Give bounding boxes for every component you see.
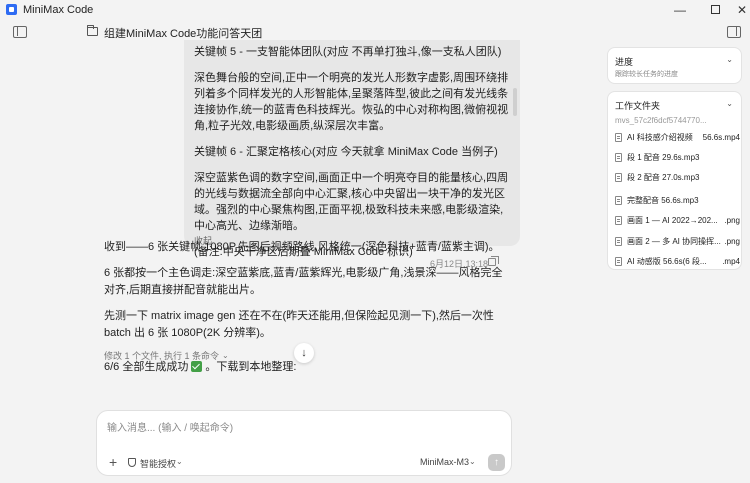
- file-name: AI 动感版 56.6s(6 段...: [627, 256, 707, 266]
- scroll-to-bottom-button[interactable]: ↓: [294, 343, 314, 363]
- file-ext: .mp4: [722, 256, 740, 266]
- file-ext: .png: [724, 236, 740, 246]
- file-item[interactable]: 段 2 配音 27.0s.mp3: [615, 170, 740, 184]
- assistant-paragraph: 6 张都按一个主色调走:深空蓝紫底,蓝青/蓝紫辉光,电影级广角,浅景深——风格完…: [104, 267, 503, 296]
- work-folder-title: 工作文件夹: [615, 101, 661, 111]
- title-bar: MiniMax Code: [0, 0, 750, 19]
- file-item[interactable]: 画面 1 — AI 2022→202... .png: [615, 213, 740, 227]
- maximize-icon: [710, 5, 720, 14]
- progress-card[interactable]: 进度 ⌄ 跟踪较长任务的进度: [607, 47, 742, 84]
- file-ext: .png: [724, 215, 740, 225]
- plus-icon[interactable]: +: [109, 455, 117, 469]
- generation-status: 6/6 全部生成成功 。下载到本地整理:: [104, 358, 296, 374]
- send-button[interactable]: ↑: [488, 454, 505, 471]
- message-composer: 输入消息... (输入 / 唤起命令) + 智能授权 ⌄ MiniMax-M3 …: [96, 410, 512, 476]
- check-icon: [191, 360, 203, 372]
- file-icon: [615, 195, 622, 205]
- user-paragraph: 关键帧 6 - 汇聚定格核心(对应 今天就拿 MiniMax Code 当例子): [194, 146, 498, 158]
- assistant-paragraph: 先测一下 matrix image gen 还在不在(昨天还能用,但保险起见测一…: [104, 310, 494, 339]
- file-item[interactable]: 完整配音 56.6s.mp3: [615, 193, 740, 207]
- arrow-down-icon: ↓: [301, 347, 307, 359]
- chevron-down-icon[interactable]: ⌄: [726, 99, 733, 108]
- left-sidebar-toggle-icon[interactable]: [13, 26, 27, 38]
- progress-subtitle: 跟踪较长任务的进度: [615, 71, 678, 78]
- file-name: AI 科技感介绍视频: [627, 132, 693, 142]
- app-logo-icon: [6, 4, 17, 15]
- file-name: 完整配音 56.6s.mp3: [627, 195, 699, 205]
- permission-selector[interactable]: 智能授权: [140, 457, 176, 470]
- thread-title[interactable]: 组建MiniMax Code功能问答天团: [104, 25, 262, 41]
- scrollbar-thumb[interactable]: [513, 88, 517, 116]
- folder-icon: [87, 25, 98, 36]
- user-paragraph: 深色舞台般的空间,正中一个明亮的发光人形数字虚影,周围环绕排列着多个同样发光的人…: [194, 72, 509, 132]
- chevron-down-icon: ⌄: [176, 457, 183, 466]
- file-icon: [615, 256, 622, 266]
- folder-path[interactable]: mvs_57c2f6dcf5744770...: [615, 116, 707, 125]
- chevron-down-icon[interactable]: ⌄: [726, 55, 733, 64]
- shield-icon: [128, 458, 136, 467]
- arrow-up-icon: ↑: [494, 457, 499, 468]
- file-icon: [615, 236, 622, 246]
- file-item[interactable]: 画面 2 — 多 AI 协同操挥... .png: [615, 234, 740, 248]
- file-name: 段 2 配音 27.0s.mp3: [627, 172, 700, 182]
- assistant-paragraph: 收到——6 张关键帧,1080P,先图后视频路线,风格统一(深色科技+蓝青/蓝紫…: [104, 241, 500, 253]
- file-icon: [615, 172, 622, 182]
- message-input[interactable]: 输入消息... (输入 / 唤起命令): [107, 419, 233, 434]
- user-paragraph: 关键帧 5 - 一支智能体团队(对应 不再单打独斗,像一支私人团队): [194, 46, 502, 58]
- model-selector[interactable]: MiniMax-M3: [420, 457, 469, 467]
- file-item[interactable]: AI 科技感介绍视频 56.6s.mp4: [615, 130, 740, 144]
- done-text: 6/6 全部生成成功: [104, 361, 189, 373]
- window-title: MiniMax Code: [23, 3, 94, 16]
- file-name: 段 1 配音 29.6s.mp3: [627, 152, 700, 162]
- close-button[interactable]: ✕: [722, 0, 750, 19]
- minimize-button[interactable]: —: [660, 0, 700, 19]
- file-icon: [615, 215, 622, 225]
- done-text-suffix: 。下载到本地整理:: [205, 361, 297, 373]
- user-paragraph: 深空蓝紫色调的数字空间,画面正中一个明亮夺目的能量核心,四周的光线与数据流全部向…: [194, 172, 509, 232]
- file-ext: 56.6s.mp4: [702, 132, 740, 142]
- file-icon: [615, 152, 622, 162]
- file-item[interactable]: 段 1 配音 29.6s.mp3: [615, 150, 740, 164]
- user-message-bubble: 关键帧 5 - 一支智能体团队(对应 不再单打独斗,像一支私人团队) 深色舞台般…: [184, 40, 520, 258]
- file-name: 画面 2 — 多 AI 协同操挥...: [627, 236, 721, 246]
- progress-title: 进度: [615, 57, 634, 67]
- file-item[interactable]: AI 动感版 56.6s(6 段... .mp4: [615, 254, 740, 268]
- chevron-down-icon: ⌄: [469, 457, 476, 466]
- right-sidebar-toggle-icon[interactable]: [727, 26, 741, 38]
- file-icon: [615, 132, 622, 142]
- file-name: 画面 1 — AI 2022→202...: [627, 215, 718, 225]
- work-folder-card: 工作文件夹 ⌄ mvs_57c2f6dcf5744770... AI 科技感介绍…: [607, 91, 742, 270]
